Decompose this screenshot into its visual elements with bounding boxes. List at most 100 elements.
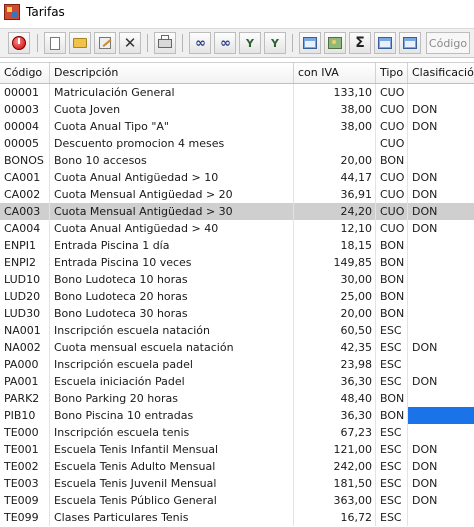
cell-codigo: 00005 — [4, 137, 39, 150]
cell-con-iva: 44,17 — [340, 171, 373, 184]
cell-clasificacion: DON — [412, 460, 438, 473]
cell-tipo: BON — [380, 409, 405, 422]
table-row[interactable]: 00003 Cuota Joven 38,00 CUO DON — [0, 101, 474, 118]
cell-descripcion: Cuota Anual Tipo "A" — [54, 120, 169, 133]
cell-descripcion: Inscripción escuela padel — [54, 358, 193, 371]
table-row[interactable]: 00005 Descuento promocion 4 meses CUO — [0, 135, 474, 152]
column-header-codigo[interactable]: Código — [0, 63, 50, 83]
cell-clasificacion: DON — [412, 477, 438, 490]
cell-descripcion: Bono Ludoteca 10 horas — [54, 273, 188, 286]
table-row[interactable]: CA004 Cuota Anual Antigüedad > 40 12,10 CUO… — [0, 220, 474, 237]
cell-con-iva: 12,10 — [340, 222, 373, 235]
cell-clasificacion — [408, 152, 474, 169]
cell-tipo: BON — [380, 307, 405, 320]
cell-descripcion: Escuela Tenis Adulto Mensual — [54, 460, 216, 473]
cell-codigo: ENPI1 — [4, 239, 37, 252]
table-row[interactable]: CA002 Cuota Mensual Antigüedad > 20 36,91 C… — [0, 186, 474, 203]
cell-con-iva: 363,00 — [333, 494, 373, 507]
cell-clasificacion — [408, 305, 474, 322]
table-row[interactable]: PIB10 Bono Piscina 10 entradas 36,30 BON — [0, 407, 474, 424]
cell-codigo: PA000 — [4, 358, 39, 371]
table-row[interactable]: LUD10 Bono Ludoteca 10 horas 30,00 BON — [0, 271, 474, 288]
cell-descripcion: Cuota Anual Antigüedad > 40 — [54, 222, 219, 235]
save-window-button[interactable] — [399, 32, 421, 54]
column-divider — [375, 84, 376, 526]
edit-button[interactable] — [94, 32, 116, 54]
tarifas-grid[interactable]: Código Descripción con IVA Tipo Clasific… — [0, 62, 474, 527]
filter-clear-button[interactable]: Y — [264, 32, 286, 54]
power-icon — [12, 36, 26, 50]
close-button[interactable] — [8, 32, 30, 54]
table-row[interactable]: PA000 Inscripción escuela padel 23,98 ESC — [0, 356, 474, 373]
table-row[interactable]: LUD20 Bono Ludoteca 20 horas 25,00 BON — [0, 288, 474, 305]
table-row[interactable]: BONOS Bono 10 accesos 20,00 BON — [0, 152, 474, 169]
cell-clasificacion: DON — [412, 120, 438, 133]
table-row[interactable]: 00001 Matriculación General 133,10 CUO — [0, 84, 474, 101]
cell-con-iva: 16,72 — [340, 511, 373, 524]
cell-codigo: PA001 — [4, 375, 39, 388]
cell-codigo: TE003 — [4, 477, 39, 490]
cell-descripcion: Cuota Mensual Antigüedad > 30 — [54, 205, 233, 218]
table-row[interactable]: ENPI1 Entrada Piscina 1 día 18,15 BON — [0, 237, 474, 254]
column-header-tipo[interactable]: Tipo — [376, 63, 408, 83]
window-title: Tarifas — [26, 5, 65, 19]
table-row[interactable]: TE003 Escuela Tenis Juvenil Mensual 181,50… — [0, 475, 474, 492]
cell-tipo: BON — [380, 392, 405, 405]
export-button[interactable] — [299, 32, 321, 54]
cell-codigo: BONOS — [4, 154, 44, 167]
column-header-con-iva[interactable]: con IVA — [294, 63, 376, 83]
cell-clasificacion: DON — [412, 341, 438, 354]
cell-con-iva: 133,10 — [333, 86, 373, 99]
cell-con-iva: 18,15 — [340, 239, 373, 252]
delete-button[interactable]: ✕ — [119, 32, 141, 54]
table-row[interactable]: CA003 Cuota Mensual Antigüedad > 30 24,20 C… — [0, 203, 474, 220]
filter-button[interactable]: Y — [239, 32, 261, 54]
table-row[interactable]: CA001 Cuota Anual Antigüedad > 10 44,17 CUO… — [0, 169, 474, 186]
cell-clasificacion: DON — [412, 103, 438, 116]
table-row[interactable]: PA001 Escuela iniciación Padel 36,30 ESC DON — [0, 373, 474, 390]
cell-codigo: NA002 — [4, 341, 41, 354]
column-header-descripcion[interactable]: Descripción — [50, 63, 294, 83]
cell-clasificacion — [408, 424, 474, 441]
cell-clasificacion: DON — [412, 375, 438, 388]
table-row[interactable]: ENPI2 Entrada Piscina 10 veces 149,85 BON — [0, 254, 474, 271]
image-button[interactable] — [324, 32, 346, 54]
cell-tipo: BON — [380, 154, 405, 167]
cell-clasificacion — [408, 322, 474, 339]
table-row[interactable]: NA001 Inscripción escuela natación 60,50 ES… — [0, 322, 474, 339]
sum-button[interactable]: Σ — [349, 32, 371, 54]
toolbar-separator — [182, 34, 183, 52]
open-button[interactable] — [69, 32, 91, 54]
find-next-button[interactable]: ∞ — [214, 32, 236, 54]
table-row[interactable]: PARK2 Bono Parking 20 horas 48,40 BON — [0, 390, 474, 407]
cell-clasificacion — [408, 271, 474, 288]
cell-tipo: ESC — [380, 494, 402, 507]
cell-codigo: PIB10 — [4, 409, 36, 422]
cell-descripcion: Bono Parking 20 horas — [54, 392, 178, 405]
grid-header: Código Descripción con IVA Tipo Clasific… — [0, 63, 474, 84]
toolbar-separator — [292, 34, 293, 52]
column-header-clasificacion[interactable]: Clasificación — [408, 63, 474, 83]
new-button[interactable] — [44, 32, 66, 54]
cell-tipo: ESC — [380, 426, 402, 439]
table-row[interactable]: TE001 Escuela Tenis Infantil Mensual 121,0… — [0, 441, 474, 458]
cell-codigo: NA001 — [4, 324, 41, 337]
table-row[interactable]: LUD30 Bono Ludoteca 30 horas 20,00 BON — [0, 305, 474, 322]
cell-codigo: CA002 — [4, 188, 41, 201]
table-row[interactable]: NA002 Cuota mensual escuela natación 42,35… — [0, 339, 474, 356]
cell-descripcion: Cuota mensual escuela natación — [54, 341, 234, 354]
codigo-button[interactable]: Código — [426, 32, 470, 54]
cell-con-iva: 20,00 — [340, 154, 373, 167]
find-next-icon: ∞ — [220, 35, 231, 51]
cell-con-iva: 25,00 — [340, 290, 373, 303]
table-row[interactable]: TE002 Escuela Tenis Adulto Mensual 242,00 E… — [0, 458, 474, 475]
window-button[interactable] — [374, 32, 396, 54]
table-row[interactable]: 00004 Cuota Anual Tipo "A" 38,00 CUO DON — [0, 118, 474, 135]
print-button[interactable] — [154, 32, 176, 54]
table-row[interactable]: TE099 Clases Particulares Tenis 16,72 ESC — [0, 509, 474, 526]
cell-codigo: ENPI2 — [4, 256, 37, 269]
table-row[interactable]: TE009 Escuela Tenis Público General 363,00… — [0, 492, 474, 509]
cell-tipo: CUO — [380, 137, 405, 150]
find-button[interactable]: ∞ — [189, 32, 211, 54]
table-row[interactable]: TE000 Inscripción escuela tenis 67,23 ESC — [0, 424, 474, 441]
